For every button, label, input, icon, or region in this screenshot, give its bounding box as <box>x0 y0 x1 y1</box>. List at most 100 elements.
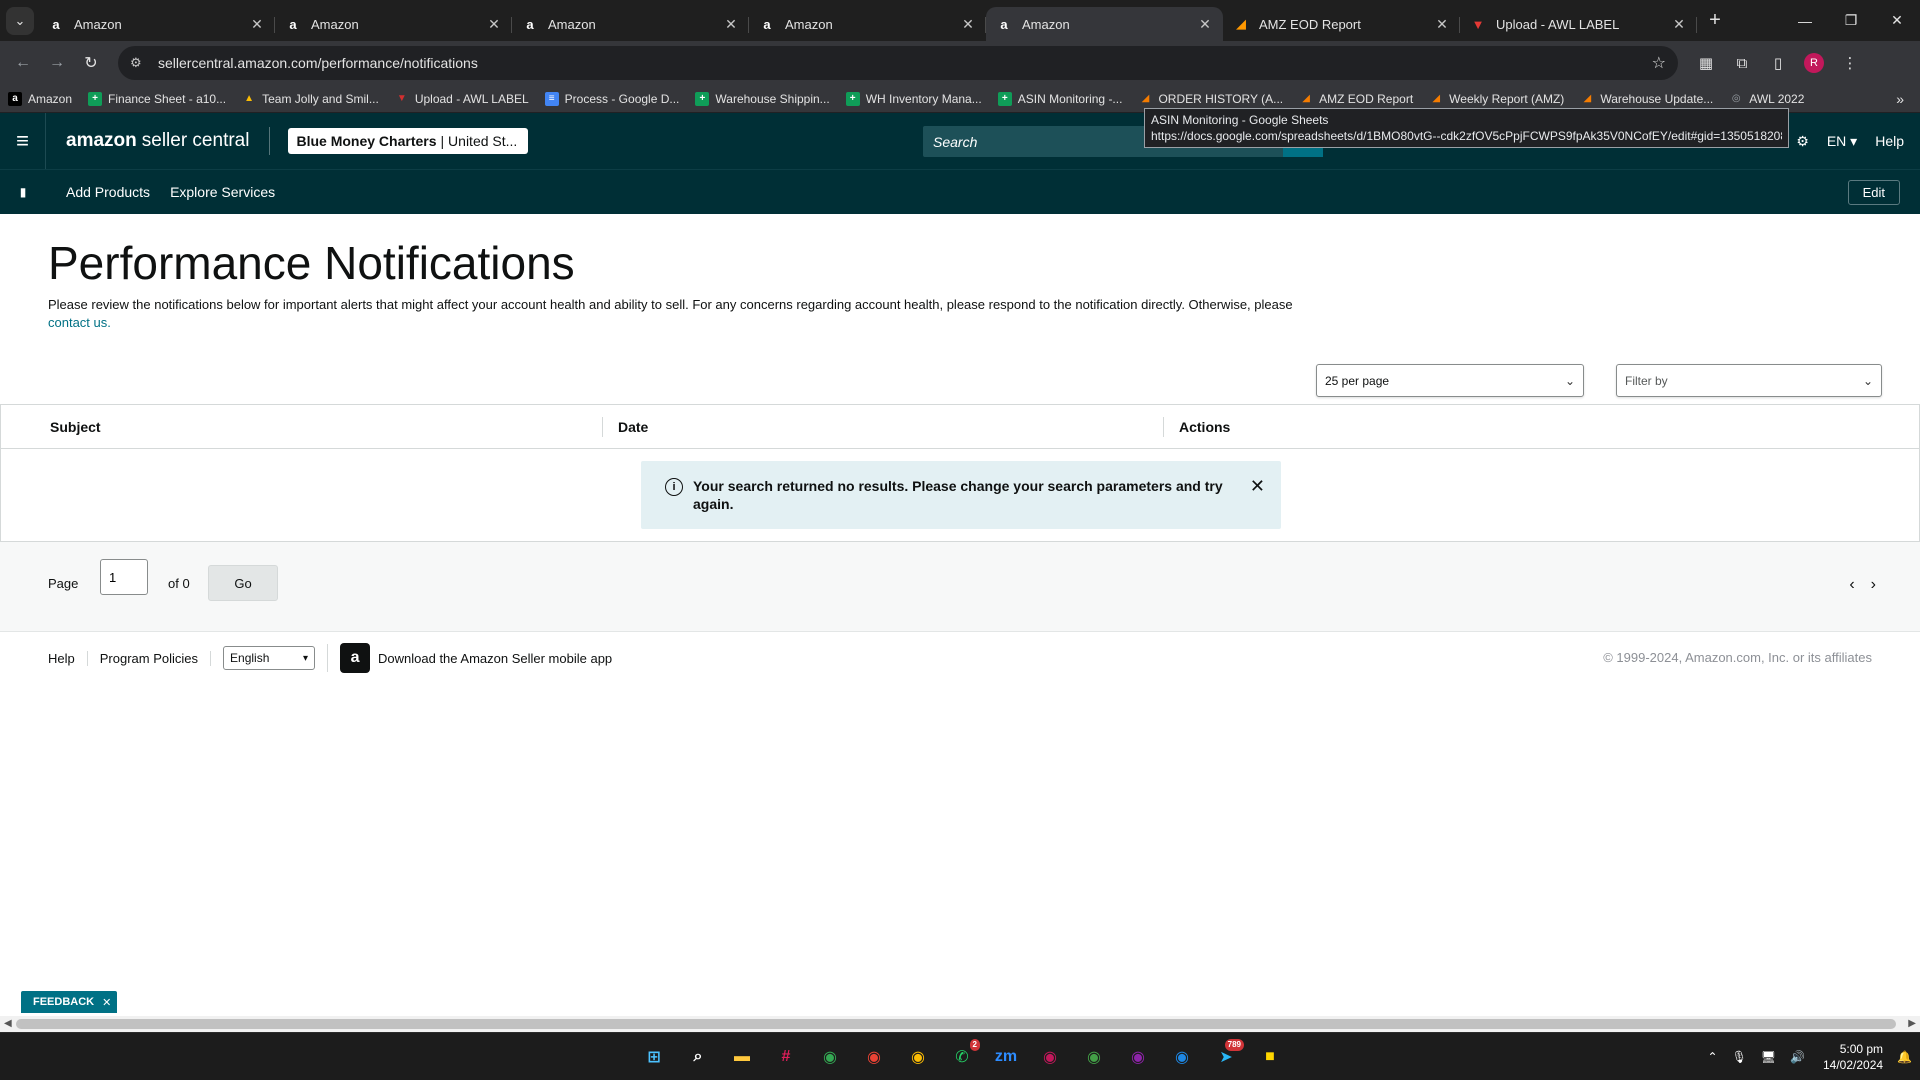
chrome-icon[interactable]: ◉ <box>1032 1039 1068 1075</box>
side-panel-icon[interactable]: ▯ <box>1760 46 1796 80</box>
sticky-notes-icon[interactable]: ■ <box>1252 1039 1288 1075</box>
address-bar[interactable]: ⚙ sellercentral.amazon.com/performance/n… <box>118 46 1678 80</box>
close-tab-icon[interactable]: ✕ <box>723 16 739 32</box>
volume-icon[interactable]: 🔊 <box>1790 1050 1805 1064</box>
column-date[interactable]: Date <box>618 419 648 435</box>
language-selector[interactable]: EN ▾ <box>1827 133 1857 150</box>
close-tab-icon[interactable]: ✕ <box>1197 16 1213 32</box>
network-icon[interactable]: 🖥 <box>1761 1050 1776 1064</box>
telegram-icon[interactable]: ➤ 789 <box>1208 1039 1244 1075</box>
close-tab-icon[interactable]: ✕ <box>1671 16 1687 32</box>
back-button[interactable]: ← <box>6 46 40 80</box>
search-icon[interactable]: ⌕ <box>680 1039 716 1075</box>
footer-help-link[interactable]: Help <box>48 650 88 666</box>
settings-gear-icon[interactable]: ⚙ <box>1796 133 1809 150</box>
microphone-icon[interactable]: 🎙 <box>1732 1050 1747 1064</box>
contact-us-link[interactable]: contact us. <box>48 315 111 330</box>
horizontal-scrollbar[interactable]: ◀ ▶ <box>0 1016 1920 1032</box>
bookmark-item[interactable]: ≡ Process - Google D... <box>544 91 679 106</box>
close-icon[interactable]: ✕ <box>102 996 111 1009</box>
bookmark-item[interactable]: ◎ AWL 2022 <box>1729 92 1805 106</box>
bookmark-icon[interactable]: ▮ <box>0 185 46 199</box>
nav-add-products[interactable]: Add Products <box>66 184 150 200</box>
tab-title: Amazon <box>311 16 359 32</box>
edit-nav-button[interactable]: Edit <box>1847 180 1900 205</box>
store-selector[interactable]: Blue Money Charters | United St... <box>288 128 529 154</box>
browser-tab[interactable]: a Amazon ✕ <box>275 7 512 41</box>
close-tab-icon[interactable]: ✕ <box>249 16 265 32</box>
browser-tab[interactable]: a Amazon ✕ <box>986 7 1223 41</box>
restore-icon[interactable]: ❐ <box>1828 0 1874 41</box>
browser-tab[interactable]: a Amazon ✕ <box>749 7 986 41</box>
browser-tab[interactable]: ◢ AMZ EOD Report ✕ <box>1223 7 1460 41</box>
scrollbar-thumb[interactable] <box>16 1019 1896 1029</box>
download-app-link[interactable]: Download the Amazon Seller mobile app <box>378 651 612 666</box>
seller-central-logo[interactable]: amazon seller central <box>66 130 249 152</box>
scroll-left-icon[interactable]: ◀ <box>4 1018 12 1029</box>
qr-code-icon[interactable]: ▦ <box>1688 46 1724 80</box>
bookmark-item[interactable]: + ASIN Monitoring -... <box>997 91 1122 106</box>
bookmark-item[interactable]: a Amazon <box>8 91 72 106</box>
close-tab-icon[interactable]: ✕ <box>960 16 976 32</box>
close-icon[interactable]: ✕ <box>1250 477 1265 529</box>
bookmark-item[interactable]: ◢ AMZ EOD Report <box>1299 92 1413 106</box>
chrome-icon[interactable]: ◉ <box>812 1039 848 1075</box>
bookmark-item[interactable]: ▼ Upload - AWL LABEL <box>395 92 529 106</box>
slack-icon[interactable]: # <box>768 1039 804 1075</box>
previous-page-icon[interactable]: ‹ <box>1849 576 1854 594</box>
file-explorer-icon[interactable]: ▬ <box>724 1039 760 1075</box>
bookmark-item[interactable]: ▲ Team Jolly and Smil... <box>242 92 379 106</box>
profile-avatar[interactable]: R <box>1804 53 1824 73</box>
help-link[interactable]: Help <box>1875 133 1904 149</box>
clock[interactable]: 5:00 pm 14/02/2024 <box>1823 1041 1883 1073</box>
footer-policies-link[interactable]: Program Policies <box>100 650 212 666</box>
amazon-seller-app-icon[interactable]: a <box>340 643 371 673</box>
reload-button[interactable]: ↻ <box>74 46 108 80</box>
filter-select[interactable]: Filter by ⌄ <box>1616 364 1882 397</box>
per-page-select[interactable]: 25 per page ⌄ <box>1316 364 1584 397</box>
bookmark-item[interactable]: ◢ Warehouse Update... <box>1580 92 1713 106</box>
start-icon[interactable]: ⊞ <box>636 1039 672 1075</box>
site-info-icon[interactable]: ⚙ <box>130 55 150 71</box>
chrome-icon[interactable]: ◉ <box>1120 1039 1156 1075</box>
bookmark-item[interactable]: ◢ Weekly Report (AMZ) <box>1429 92 1564 106</box>
tab-search-button[interactable]: ⌄ <box>6 6 34 35</box>
next-page-icon[interactable]: › <box>1871 576 1876 594</box>
unread-badge: 789 <box>1224 1039 1244 1051</box>
chrome-icon[interactable]: ◉ <box>1164 1039 1200 1075</box>
more-bookmarks-icon[interactable]: » <box>1896 91 1904 107</box>
report-icon: ◢ <box>1432 93 1441 104</box>
bookmark-item[interactable]: + Finance Sheet - a10... <box>88 91 226 106</box>
extensions-icon[interactable]: ⧉ <box>1724 46 1760 80</box>
column-subject[interactable]: Subject <box>50 419 101 435</box>
chrome-icon[interactable]: ◉ <box>856 1039 892 1075</box>
zoom-icon[interactable]: zm <box>988 1039 1024 1075</box>
more-menu-icon[interactable]: ⋮ <box>1832 46 1868 80</box>
chrome-icon[interactable]: ◉ <box>900 1039 936 1075</box>
feedback-button[interactable]: FEEDBACK ✕ <box>21 991 118 1013</box>
new-tab-button[interactable]: + <box>1701 7 1729 35</box>
scroll-right-icon[interactable]: ▶ <box>1908 1018 1916 1029</box>
report-icon: ◢ <box>1302 93 1310 104</box>
hamburger-menu-icon[interactable]: ≡ <box>0 113 46 169</box>
chrome-icon[interactable]: ◉ <box>1076 1039 1112 1075</box>
nav-explore-services[interactable]: Explore Services <box>170 184 275 200</box>
close-window-icon[interactable]: ✕ <box>1874 0 1920 41</box>
close-tab-icon[interactable]: ✕ <box>486 16 502 32</box>
bookmark-item[interactable]: ◢ ORDER HISTORY (A... <box>1138 92 1284 106</box>
minimize-icon[interactable]: — <box>1782 0 1828 41</box>
whatsapp-icon[interactable]: ✆ 2 <box>944 1039 980 1075</box>
browser-tab[interactable]: ▼ Upload - AWL LABEL ✕ <box>1460 7 1697 41</box>
footer-language-select[interactable]: English ▾ <box>223 646 316 670</box>
bookmark-star-icon[interactable]: ☆ <box>1652 53 1666 73</box>
bookmark-item[interactable]: + Warehouse Shippin... <box>695 91 830 106</box>
bookmark-item[interactable]: + WH Inventory Mana... <box>845 91 982 106</box>
close-tab-icon[interactable]: ✕ <box>1434 16 1450 32</box>
page-number-input[interactable] <box>100 559 148 595</box>
chevron-up-icon[interactable]: ⌃ <box>1708 1050 1718 1064</box>
notifications-icon[interactable]: 🔔 <box>1897 1050 1912 1064</box>
browser-tab[interactable]: a Amazon ✕ <box>38 7 275 41</box>
forward-button[interactable]: → <box>40 46 74 80</box>
browser-tab[interactable]: a Amazon ✕ <box>512 7 749 41</box>
go-button[interactable]: Go <box>208 565 278 601</box>
